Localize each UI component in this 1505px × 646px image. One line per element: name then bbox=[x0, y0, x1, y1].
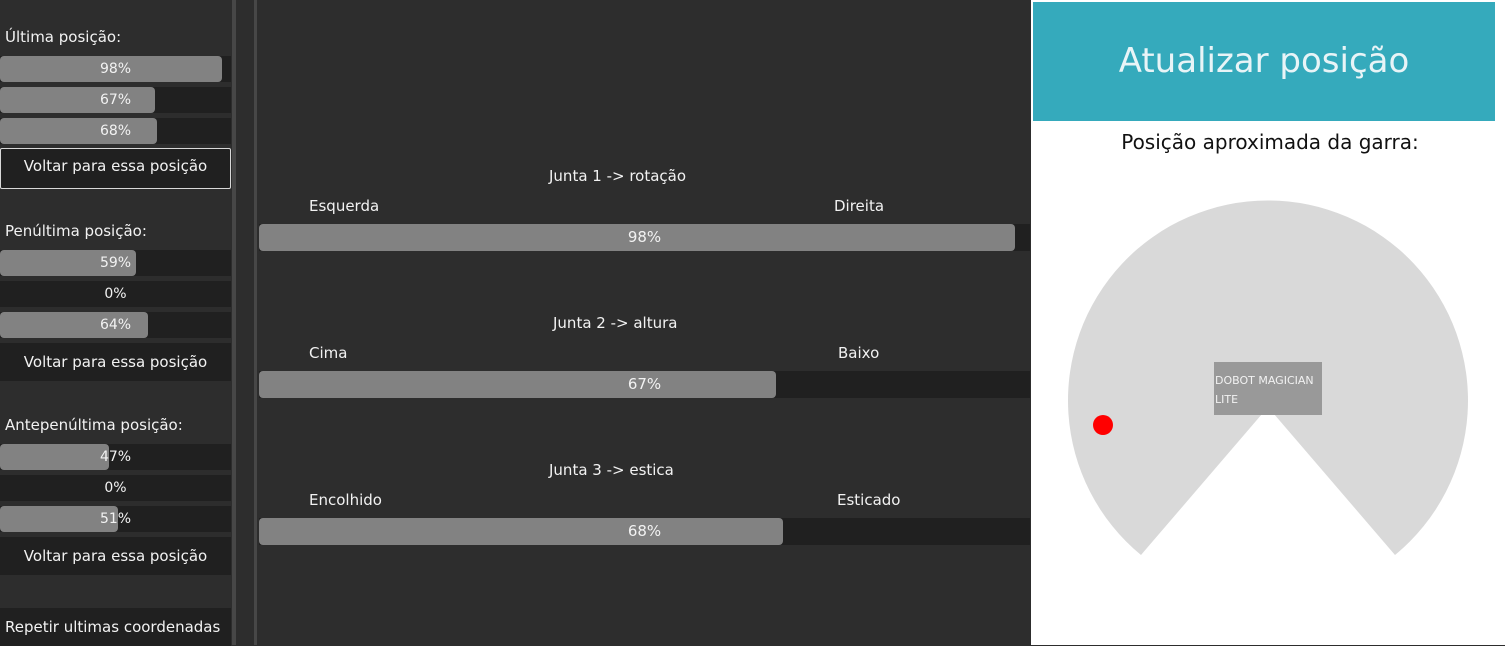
robot-label-line2: LITE bbox=[1215, 393, 1238, 406]
slider-value: 68% bbox=[627, 522, 662, 540]
robot-base bbox=[1214, 362, 1322, 415]
divider bbox=[232, 0, 236, 645]
joint2-right-label: Baixo bbox=[838, 344, 880, 362]
last-position-label: Última posição: bbox=[5, 28, 122, 46]
bar-text: 0% bbox=[104, 480, 127, 496]
joint2-slider[interactable]: 67% bbox=[259, 371, 1030, 398]
bar-text: 51% bbox=[99, 511, 132, 527]
joint1-slider[interactable]: 98% bbox=[259, 224, 1030, 251]
second-last-joint2-bar: 0% bbox=[0, 281, 231, 307]
joint2-title: Junta 2 -> altura bbox=[553, 314, 678, 332]
joint1-right-label: Direita bbox=[834, 197, 885, 215]
last-joint1-bar: 98% bbox=[0, 56, 231, 82]
workspace-diagram: DOBOT MAGICIAN LITE bbox=[1068, 200, 1468, 555]
joint3-left-label: Encolhido bbox=[309, 491, 382, 509]
update-position-button[interactable]: Atualizar posição bbox=[1033, 2, 1495, 121]
return-second-last-position-button[interactable]: Voltar para essa posição bbox=[0, 343, 231, 381]
approx-claw-position-title: Posição aproximada da garra: bbox=[1121, 130, 1419, 154]
joint1-title: Junta 1 -> rotação bbox=[549, 167, 687, 185]
bar-text: 67% bbox=[99, 92, 132, 108]
second-last-position-label: Penúltima posição: bbox=[5, 222, 147, 240]
joint3-title: Junta 3 -> estica bbox=[549, 461, 674, 479]
third-last-joint3-bar: 51% bbox=[0, 506, 231, 532]
joint3-slider[interactable]: 68% bbox=[259, 518, 1030, 545]
bar-text: 68% bbox=[99, 123, 132, 139]
history-panel: Última posição: 98% 67% 68% Voltar para … bbox=[0, 0, 231, 646]
bar-text: 47% bbox=[99, 449, 132, 465]
slider-value: 98% bbox=[627, 228, 662, 246]
joint-controls-panel: Junta 1 -> rotação Esquerda Direita 98% … bbox=[259, 0, 1030, 645]
joint1-left-label: Esquerda bbox=[309, 197, 380, 215]
position-preview-panel: Atualizar posição Posição aproximada da … bbox=[1031, 0, 1505, 645]
bar-text: 0% bbox=[104, 286, 127, 302]
third-last-position-label: Antepenúltima posição: bbox=[5, 416, 183, 434]
second-last-joint3-bar: 64% bbox=[0, 312, 231, 338]
bar-text: 64% bbox=[99, 317, 132, 333]
return-third-last-position-button[interactable]: Voltar para essa posição bbox=[0, 537, 231, 575]
return-last-position-button[interactable]: Voltar para essa posição bbox=[0, 148, 231, 189]
last-joint2-bar: 67% bbox=[0, 87, 231, 113]
third-last-joint1-bar: 47% bbox=[0, 444, 231, 470]
bar-text: 98% bbox=[99, 61, 132, 77]
robot-label-line1: DOBOT MAGICIAN bbox=[1215, 374, 1314, 387]
repeat-last-coordinates-button[interactable]: Repetir ultimas coordenadas bbox=[0, 608, 231, 646]
joint3-right-label: Esticado bbox=[837, 491, 901, 509]
claw-position-marker bbox=[1093, 415, 1113, 435]
second-last-joint1-bar: 59% bbox=[0, 250, 231, 276]
slider-value: 67% bbox=[627, 375, 662, 393]
divider bbox=[254, 0, 257, 645]
bar-text: 59% bbox=[99, 255, 132, 271]
last-joint3-bar: 68% bbox=[0, 118, 231, 144]
joint2-left-label: Cima bbox=[309, 344, 348, 362]
third-last-joint2-bar: 0% bbox=[0, 475, 231, 501]
